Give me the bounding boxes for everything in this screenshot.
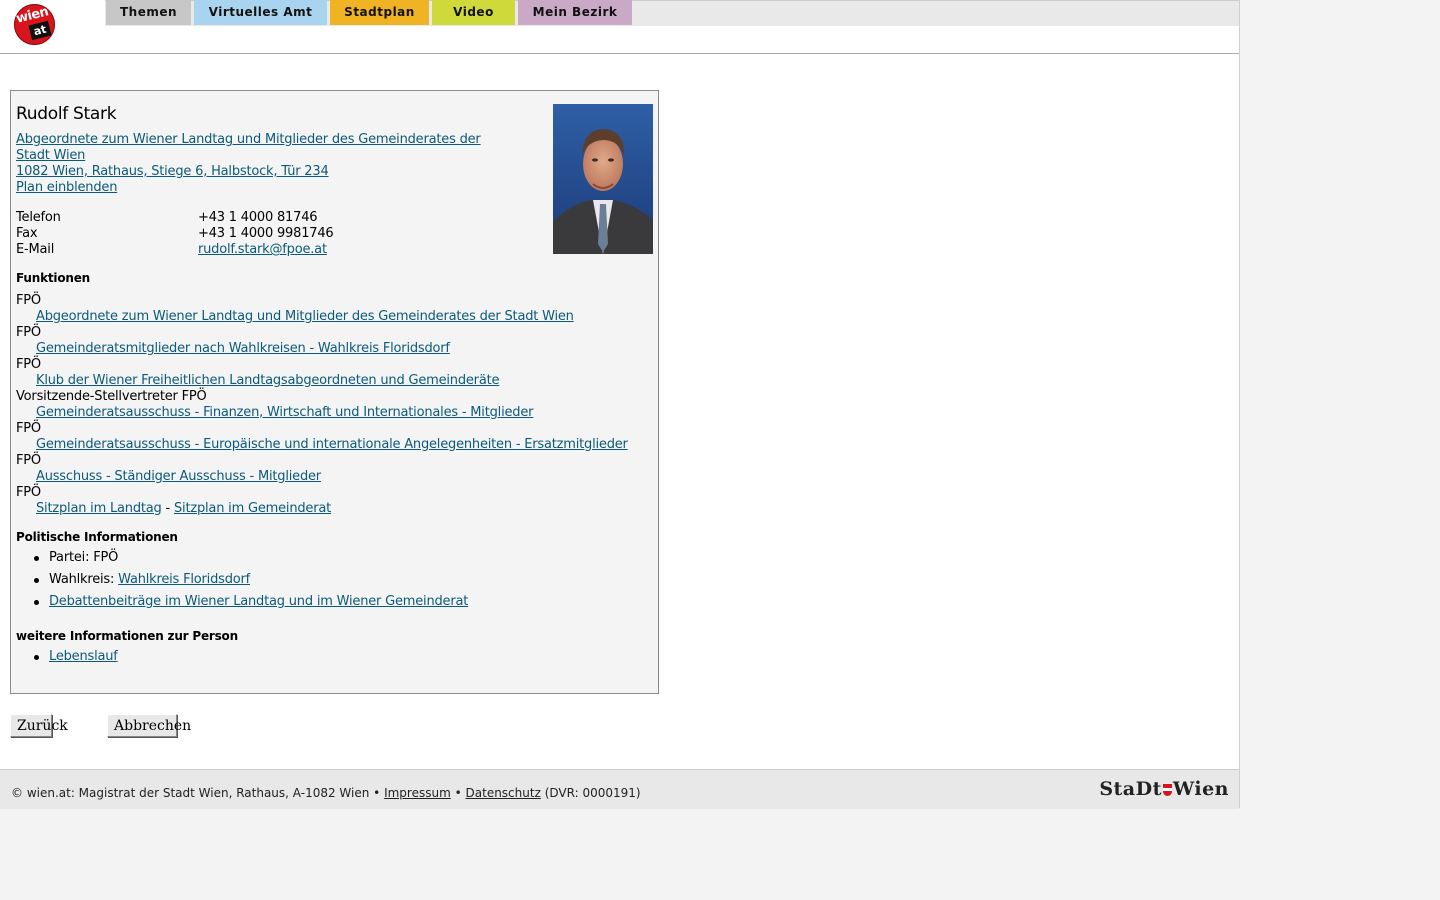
function-item: Klub der Wiener Freiheitlichen Landtagsa… [16,373,652,389]
phone-label: Telefon [16,210,61,225]
affiliation-link[interactable]: Abgeordnete zum Wiener Landtag und Mitgl… [16,132,481,163]
function-role: FPÖ [16,421,41,436]
fax-row: Fax +43 1 4000 9981746 [16,226,416,242]
page: wien at Themen Virtuelles Amt Stadtplan … [0,0,1240,809]
function-item: Ausschuss - Ständiger Ausschuss - Mitgli… [16,469,652,485]
district-item: Wahlkreis: Wahlkreis Floridsdorf [16,572,468,594]
nav-tab-mein-bezirk[interactable]: Mein Bezirk [518,0,632,25]
functions-list: FPÖ Abgeordnete zum Wiener Landtag und M… [16,293,652,517]
function-role: FPÖ [16,325,41,340]
stadt-wien-logo-right: Wien [1172,778,1229,800]
imprint-link[interactable]: Impressum [384,786,451,800]
person-card: Rudolf Stark Abgeordnete zum Wiener Land… [10,90,659,694]
party-item: Partei: FPÖ [16,550,468,572]
cancel-button[interactable]: Abbrechen [107,714,191,737]
function-role: FPÖ [16,293,41,308]
political-heading: Politische Informationen [16,530,178,544]
cv-link[interactable]: Lebenslauf [49,649,118,664]
show-map-link[interactable]: Plan einblenden [16,180,117,195]
function-link[interactable]: Gemeinderatsausschuss - Finanzen, Wirtsc… [36,405,533,420]
function-role: FPÖ [16,485,41,500]
function-link[interactable]: Gemeinderatsmitglieder nach Wahlkreisen … [36,341,450,356]
footer: © wien.at: Magistrat der Stadt Wien, Rat… [0,769,1239,809]
affiliation-line-1: Abgeordnete zum Wiener Landtag und Mitgl… [16,132,481,147]
more-info-list: Lebenslauf [16,649,118,671]
address-block: Abgeordnete zum Wiener Landtag und Mitgl… [16,132,516,196]
phone-row: Telefon +43 1 4000 81746 [16,210,416,226]
function-role: FPÖ [16,357,41,372]
more-info-heading: weitere Informationen zur Person [16,629,238,643]
cv-item: Lebenslauf [16,649,118,671]
email-link[interactable]: rudolf.stark@fpoe.at [198,242,327,258]
function-link[interactable]: Gemeinderatsausschuss - Europäische und … [36,437,628,452]
party-label: Partei: [49,550,94,565]
contact-table: Telefon +43 1 4000 81746 Fax +43 1 4000 … [16,210,416,258]
function-item: Gemeinderatsausschuss - Finanzen, Wirtsc… [16,405,652,421]
function-link[interactable]: Abgeordnete zum Wiener Landtag und Mitgl… [36,309,574,324]
person-name: Rudolf Stark [16,104,117,124]
shield-icon [1162,784,1172,796]
political-list: Partei: FPÖ Wahlkreis: Wahlkreis Florids… [16,550,468,616]
logo-suffix: at [28,20,52,41]
email-row: E-Mail rudolf.stark@fpoe.at [16,242,416,258]
district-link[interactable]: Wahlkreis Floridsdorf [118,572,250,587]
district-label: Wahlkreis: [49,572,119,587]
nav-tab-themen[interactable]: Themen [106,0,191,25]
nav-tab-virtuelles-amt[interactable]: Virtuelles Amt [194,0,327,25]
function-link[interactable]: Ausschuss - Ständiger Ausschuss - Mitgli… [36,469,321,484]
seating-plan-landtag-link[interactable]: Sitzplan im Landtag [36,501,162,516]
debates-item: Debattenbeiträge im Wiener Landtag und i… [16,594,468,616]
debates-link[interactable]: Debattenbeiträge im Wiener Landtag und i… [49,594,468,609]
function-link[interactable]: Klub der Wiener Freiheitlichen Landtagsa… [36,373,499,388]
nav-tab-stadtplan[interactable]: Stadtplan [330,0,429,25]
address-link[interactable]: 1082 Wien, Rathaus, Stiege 6, Halbstock,… [16,164,329,179]
footer-text: © wien.at: Magistrat der Stadt Wien, Rat… [11,786,641,800]
function-item: Gemeinderatsausschuss - Europäische und … [16,437,652,453]
seating-plans: Sitzplan im Landtag - Sitzplan im Gemein… [16,501,652,517]
function-role: Vorsitzende-Stellvertreter FPÖ [16,389,207,404]
nav-tab-video[interactable]: Video [432,0,515,25]
footer-dvr: (DVR: 0000191) [544,786,641,800]
seating-plan-gemeinderat-link[interactable]: Sitzplan im Gemeinderat [174,501,331,516]
footer-copyright: © wien.at: Magistrat der Stadt Wien, Rat… [11,786,381,800]
function-role: FPÖ [16,453,41,468]
back-button[interactable]: Zurück [10,714,68,737]
affiliation-line-2: Stadt Wien [16,148,86,163]
footer-separator: • [454,786,462,800]
fax-label: Fax [16,226,38,241]
seating-separator: - [161,501,174,516]
function-item: Gemeinderatsmitglieder nach Wahlkreisen … [16,341,652,357]
person-photo [553,104,653,254]
functions-heading: Funktionen [16,271,90,285]
privacy-link[interactable]: Datenschutz [466,786,541,800]
header: wien at Themen Virtuelles Amt Stadtplan … [0,0,1239,54]
stadt-wien-logo-left: StaDt [1099,778,1162,800]
fax-value: +43 1 4000 9981746 [198,226,334,241]
function-item: Abgeordnete zum Wiener Landtag und Mitgl… [16,309,652,325]
wien-at-logo[interactable]: wien at [14,4,55,45]
phone-value: +43 1 4000 81746 [198,210,318,225]
party-value: FPÖ [93,550,119,565]
stadt-wien-logo[interactable]: StaDt Wien [1099,778,1229,800]
email-label: E-Mail [16,242,55,257]
